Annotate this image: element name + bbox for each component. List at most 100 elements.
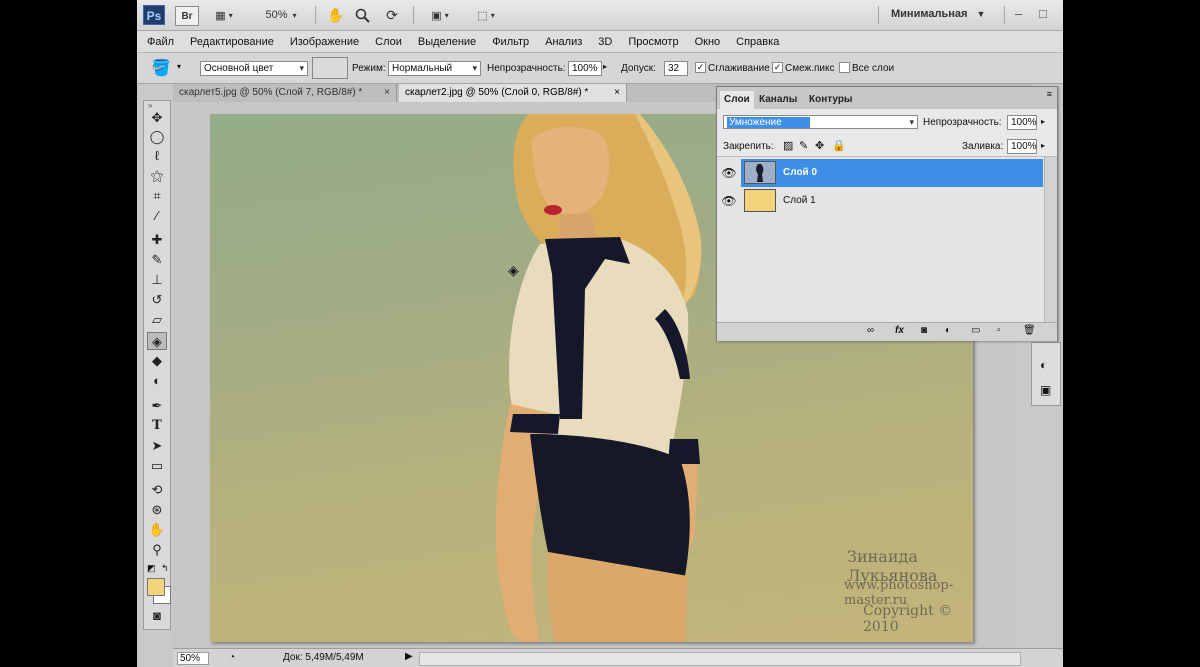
hand-icon[interactable]: ✋ bbox=[327, 6, 345, 24]
eyedropper-icon[interactable]: ⁄ bbox=[147, 207, 167, 225]
layer-thumbnail bbox=[744, 161, 776, 184]
lock-transparency-icon[interactable]: ▨ bbox=[783, 139, 793, 152]
path-selection-icon[interactable]: ➤ bbox=[147, 437, 167, 455]
menu-3d[interactable]: 3D bbox=[598, 36, 612, 48]
menu-file[interactable]: Файл bbox=[147, 36, 174, 48]
fx-icon[interactable]: fx bbox=[895, 325, 904, 336]
move-icon[interactable]: ✥ bbox=[147, 109, 167, 127]
3d-orbit-icon[interactable]: ⊛ bbox=[147, 501, 167, 519]
marquee-icon[interactable]: ◯ bbox=[147, 128, 167, 146]
pen-icon[interactable]: ✒ bbox=[147, 397, 167, 415]
antialias-checkbox[interactable]: ✓ bbox=[695, 62, 706, 73]
blend-mode-select[interactable]: Нормальный bbox=[388, 61, 481, 76]
layer-opacity-input[interactable]: 100% bbox=[1007, 115, 1037, 130]
panel-menu-icon[interactable]: ≡ bbox=[1047, 89, 1052, 99]
tolerance-label: Допуск: bbox=[621, 63, 656, 74]
rotate-icon[interactable]: ⟳ bbox=[381, 6, 403, 24]
opacity-slider-arrow-icon[interactable]: ▸ bbox=[603, 62, 607, 71]
masks-icon[interactable]: ▣ bbox=[1040, 383, 1051, 397]
menu-help[interactable]: Справка bbox=[736, 36, 779, 48]
healing-brush-icon[interactable]: ✚ bbox=[147, 231, 167, 249]
opacity-arrow-icon[interactable]: ▸ bbox=[1041, 117, 1045, 126]
adjustments-icon[interactable]: ◐ bbox=[1040, 358, 1047, 372]
dodge-icon[interactable]: ◐ bbox=[147, 372, 167, 390]
horizontal-scrollbar[interactable] bbox=[419, 652, 1021, 666]
menu-analysis[interactable]: Анализ bbox=[545, 36, 582, 48]
tab-scarlet2[interactable]: скарлет2.jpg @ 50% (Слой 0, RGB/8#) * × bbox=[399, 84, 627, 102]
visibility-eye-icon[interactable]: 👁 bbox=[720, 159, 738, 187]
status-info-icon[interactable]: ◔ bbox=[229, 652, 235, 663]
layer-blend-mode-select[interactable]: Умножение bbox=[723, 115, 918, 129]
tab-scarlet5[interactable]: скарлет5.jpg @ 50% (Слой 7, RGB/8#) * × bbox=[173, 84, 397, 102]
photoshop-window: Ps Br ▦ ▾ 50% ▾ ✋ ⟳ ▣ ▾ ⬚ ▾ Минимальная ▼ – … bbox=[137, 0, 1063, 667]
menu-window[interactable]: Окно bbox=[695, 36, 721, 48]
menu-edit[interactable]: Редактирование bbox=[190, 36, 274, 48]
all-layers-checkbox[interactable] bbox=[839, 62, 850, 73]
pattern-picker[interactable] bbox=[312, 57, 348, 79]
menu-filter[interactable]: Фильтр bbox=[492, 36, 529, 48]
default-colors-icon[interactable]: ◩ bbox=[147, 563, 156, 574]
quick-mask-icon[interactable]: ◙ bbox=[147, 607, 167, 625]
photoshop-logo[interactable]: Ps bbox=[143, 5, 165, 25]
contiguous-checkbox[interactable]: ✓ bbox=[772, 62, 783, 73]
lock-all-icon[interactable]: 🔒 bbox=[832, 139, 846, 152]
tool-preset-chevron-icon[interactable]: ▾ bbox=[177, 62, 181, 71]
tab-layers[interactable]: Слои bbox=[720, 91, 754, 109]
menu-image[interactable]: Изображение bbox=[290, 36, 359, 48]
visibility-eye-icon[interactable]: 👁 bbox=[720, 187, 738, 215]
opacity-input[interactable]: 100% bbox=[568, 61, 602, 76]
layers-scrollbar[interactable] bbox=[1044, 157, 1057, 323]
close-icon[interactable]: × bbox=[614, 84, 620, 102]
status-zoom[interactable]: 50% bbox=[177, 652, 210, 665]
swap-colors-icon[interactable]: ↰ bbox=[161, 563, 169, 574]
view-extras-button[interactable]: ▦ ▾ bbox=[207, 6, 241, 24]
fill-source-select[interactable]: Основной цвет bbox=[200, 61, 308, 76]
zoom-icon[interactable] bbox=[353, 6, 371, 24]
link-icon[interactable]: ∞ bbox=[867, 325, 874, 336]
brush-icon[interactable]: ✎ bbox=[147, 251, 167, 269]
group-icon[interactable]: ▭ bbox=[971, 325, 980, 336]
paint-bucket-icon[interactable]: ◈ bbox=[147, 332, 167, 350]
menu-view[interactable]: Просмотр bbox=[628, 36, 678, 48]
trash-icon[interactable]: 🗑 bbox=[1023, 325, 1036, 336]
lasso-icon[interactable]: ℓ bbox=[147, 147, 167, 165]
type-icon[interactable]: T bbox=[147, 417, 167, 435]
tools-panel: » ✥ ◯ ℓ ⚝ ⌗ ⁄ ✚ ✎ ⊥ ↺ ▱ ◈ ◆ ◐ ✒ T ➤ ▭ ⟲ … bbox=[143, 100, 171, 630]
layer-name: Слой 1 bbox=[783, 195, 816, 206]
fill-input[interactable]: 100% bbox=[1007, 139, 1037, 154]
tolerance-input[interactable]: 32 bbox=[664, 61, 688, 76]
workspace-switcher[interactable]: Минимальная ▼ bbox=[891, 8, 985, 20]
status-menu-arrow-icon[interactable]: ▶ bbox=[405, 651, 413, 662]
clone-stamp-icon[interactable]: ⊥ bbox=[147, 271, 167, 289]
paint-bucket-icon[interactable]: 🪣 bbox=[151, 58, 171, 78]
adjustment-icon[interactable]: ◐ bbox=[945, 325, 951, 336]
tab-channels[interactable]: Каналы bbox=[755, 91, 801, 109]
3d-rotate-icon[interactable]: ⟲ bbox=[147, 481, 167, 499]
new-layer-icon[interactable]: ▫ bbox=[997, 325, 1001, 336]
minimize-button[interactable]: – bbox=[1015, 6, 1022, 21]
close-icon[interactable]: × bbox=[384, 84, 390, 102]
rectangle-icon[interactable]: ▭ bbox=[147, 457, 167, 475]
zoom-level-dropdown[interactable]: 50% ▾ bbox=[257, 6, 305, 24]
hand-icon[interactable]: ✋ bbox=[147, 521, 167, 539]
zoom-icon[interactable]: ⚲ bbox=[147, 541, 167, 559]
tab-paths[interactable]: Контуры bbox=[805, 91, 856, 109]
screen-mode-button[interactable]: ⬚ ▾ bbox=[469, 6, 503, 24]
lock-position-icon[interactable]: ✥ bbox=[815, 139, 824, 152]
layer-row-sloi-1[interactable]: Слой 1 bbox=[741, 187, 1043, 215]
menu-layers[interactable]: Слои bbox=[375, 36, 402, 48]
history-brush-icon[interactable]: ↺ bbox=[147, 291, 167, 309]
mask-icon[interactable]: ◙ bbox=[921, 325, 927, 336]
foreground-color-swatch[interactable] bbox=[147, 578, 165, 596]
fill-arrow-icon[interactable]: ▸ bbox=[1041, 141, 1045, 150]
magic-wand-icon[interactable]: ⚝ bbox=[147, 167, 167, 185]
bridge-button[interactable]: Br bbox=[175, 6, 199, 26]
blur-icon[interactable]: ◆ bbox=[147, 352, 167, 370]
crop-icon[interactable]: ⌗ bbox=[147, 187, 167, 205]
menu-select[interactable]: Выделение bbox=[418, 36, 476, 48]
maximize-button[interactable]: □ bbox=[1039, 6, 1047, 21]
lock-pixels-icon[interactable]: ✎ bbox=[799, 139, 808, 152]
eraser-icon[interactable]: ▱ bbox=[147, 311, 167, 329]
arrange-documents-button[interactable]: ▣ ▾ bbox=[423, 6, 457, 24]
layer-row-sloi-0[interactable]: Слой 0 bbox=[741, 159, 1043, 187]
